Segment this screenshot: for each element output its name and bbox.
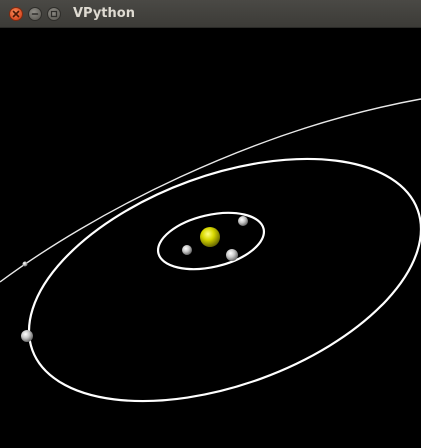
- planet-sphere: [182, 245, 192, 255]
- planet-sphere: [238, 216, 248, 226]
- planet-sphere: [22, 261, 28, 267]
- minimize-button[interactable]: [28, 7, 42, 21]
- title-bar[interactable]: VPython: [0, 0, 421, 28]
- window-title: VPython: [73, 6, 135, 21]
- 3d-scene-canvas[interactable]: [0, 28, 421, 448]
- planet-sphere: [226, 249, 238, 261]
- minimize-icon: [31, 13, 39, 15]
- close-icon: [12, 10, 20, 18]
- sun-sphere: [200, 227, 220, 247]
- solar-system-view: [0, 98, 421, 403]
- close-button[interactable]: [9, 7, 23, 21]
- maximize-icon: [50, 10, 58, 18]
- planet-sphere: [21, 330, 33, 342]
- outer-orbit-path: [0, 98, 421, 283]
- vpython-window: VPython: [0, 0, 421, 448]
- middle-orbit-path: [27, 157, 421, 403]
- maximize-button[interactable]: [47, 7, 61, 21]
